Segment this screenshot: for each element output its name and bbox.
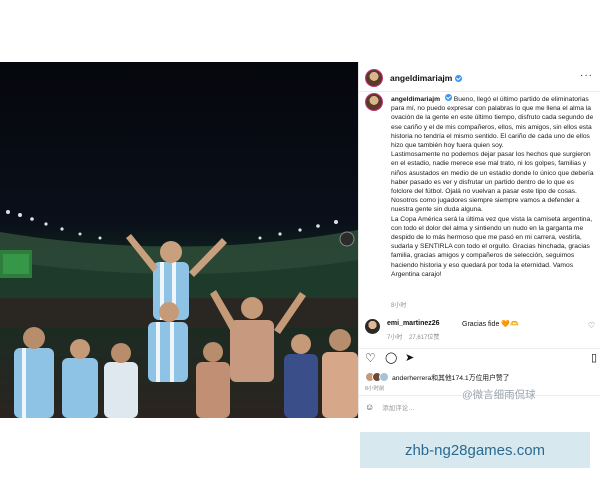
action-bar: ♡ ◯ ➤ ▯ xyxy=(365,352,597,366)
liker-avatar xyxy=(379,372,389,382)
post-username[interactable]: angeldimariajm xyxy=(390,73,452,83)
footer-banner[interactable]: zhb-ng28games.com xyxy=(360,432,590,468)
instagram-post-screenshot: angeldimariajm ··· angeldimariajm Bueno,… xyxy=(0,62,600,418)
comment-item: emi_martinez26 Gracias fide 🧡🫶 7小时 27,61… xyxy=(365,319,597,347)
comment-username[interactable]: emi_martinez26 xyxy=(387,320,440,327)
more-options-icon[interactable]: ··· xyxy=(580,70,593,81)
verified-badge-icon xyxy=(444,94,452,101)
avatar[interactable] xyxy=(365,69,383,87)
watermark: @微言细雨侃球 xyxy=(462,389,536,401)
post-caption: angeldimariajm Bueno, llegó el último pa… xyxy=(391,94,595,279)
heart-icon[interactable]: ♡ xyxy=(365,352,376,364)
comment-text: Gracias fide 🧡🫶 xyxy=(462,321,519,328)
likes-summary: anderherrera和其他174.1万位用户赞了 xyxy=(365,371,509,383)
divider xyxy=(359,91,600,92)
emoji-icon[interactable]: ☺ xyxy=(365,402,374,412)
comment-avatar[interactable] xyxy=(365,319,380,334)
caption-text-2: Lastimosamente no podemos dejar pasar lo… xyxy=(391,151,594,214)
share-icon[interactable]: ➤ xyxy=(405,352,414,364)
comment-meta: 7小时 27,617位赞 xyxy=(387,332,439,341)
caption-avatar[interactable] xyxy=(365,93,383,111)
comment-time: 7小时 xyxy=(387,335,403,341)
banner-text: zhb-ng28games.com xyxy=(404,441,546,459)
comment-heart-icon[interactable]: ♡ xyxy=(588,321,595,330)
post-photo xyxy=(0,62,358,418)
comment-likes[interactable]: 27,617位赞 xyxy=(409,335,439,341)
likes-text[interactable]: anderherrera和其他174.1万位用户赞了 xyxy=(392,372,509,382)
post-header: angeldimariajm xyxy=(365,67,463,89)
stadium-celebration-image xyxy=(0,210,358,418)
post-time: 8小时前 xyxy=(365,386,385,392)
post-sidebar: angeldimariajm ··· angeldimariajm Bueno,… xyxy=(358,62,600,418)
verified-badge-icon xyxy=(455,74,463,82)
bookmark-icon[interactable]: ▯ xyxy=(591,352,597,364)
add-comment-input[interactable]: 添加评论… xyxy=(382,402,415,412)
divider xyxy=(359,348,600,349)
add-comment-row: ☺ 添加评论… xyxy=(365,401,415,413)
caption-text-3: La Copa América será la última vez que v… xyxy=(391,215,593,278)
caption-time: 8小时 xyxy=(391,303,407,309)
caption-username[interactable]: angeldimariajm xyxy=(391,96,440,103)
comment-icon[interactable]: ◯ xyxy=(385,352,397,364)
caption-text: Bueno, llegó el último partido de elimin… xyxy=(391,96,594,150)
